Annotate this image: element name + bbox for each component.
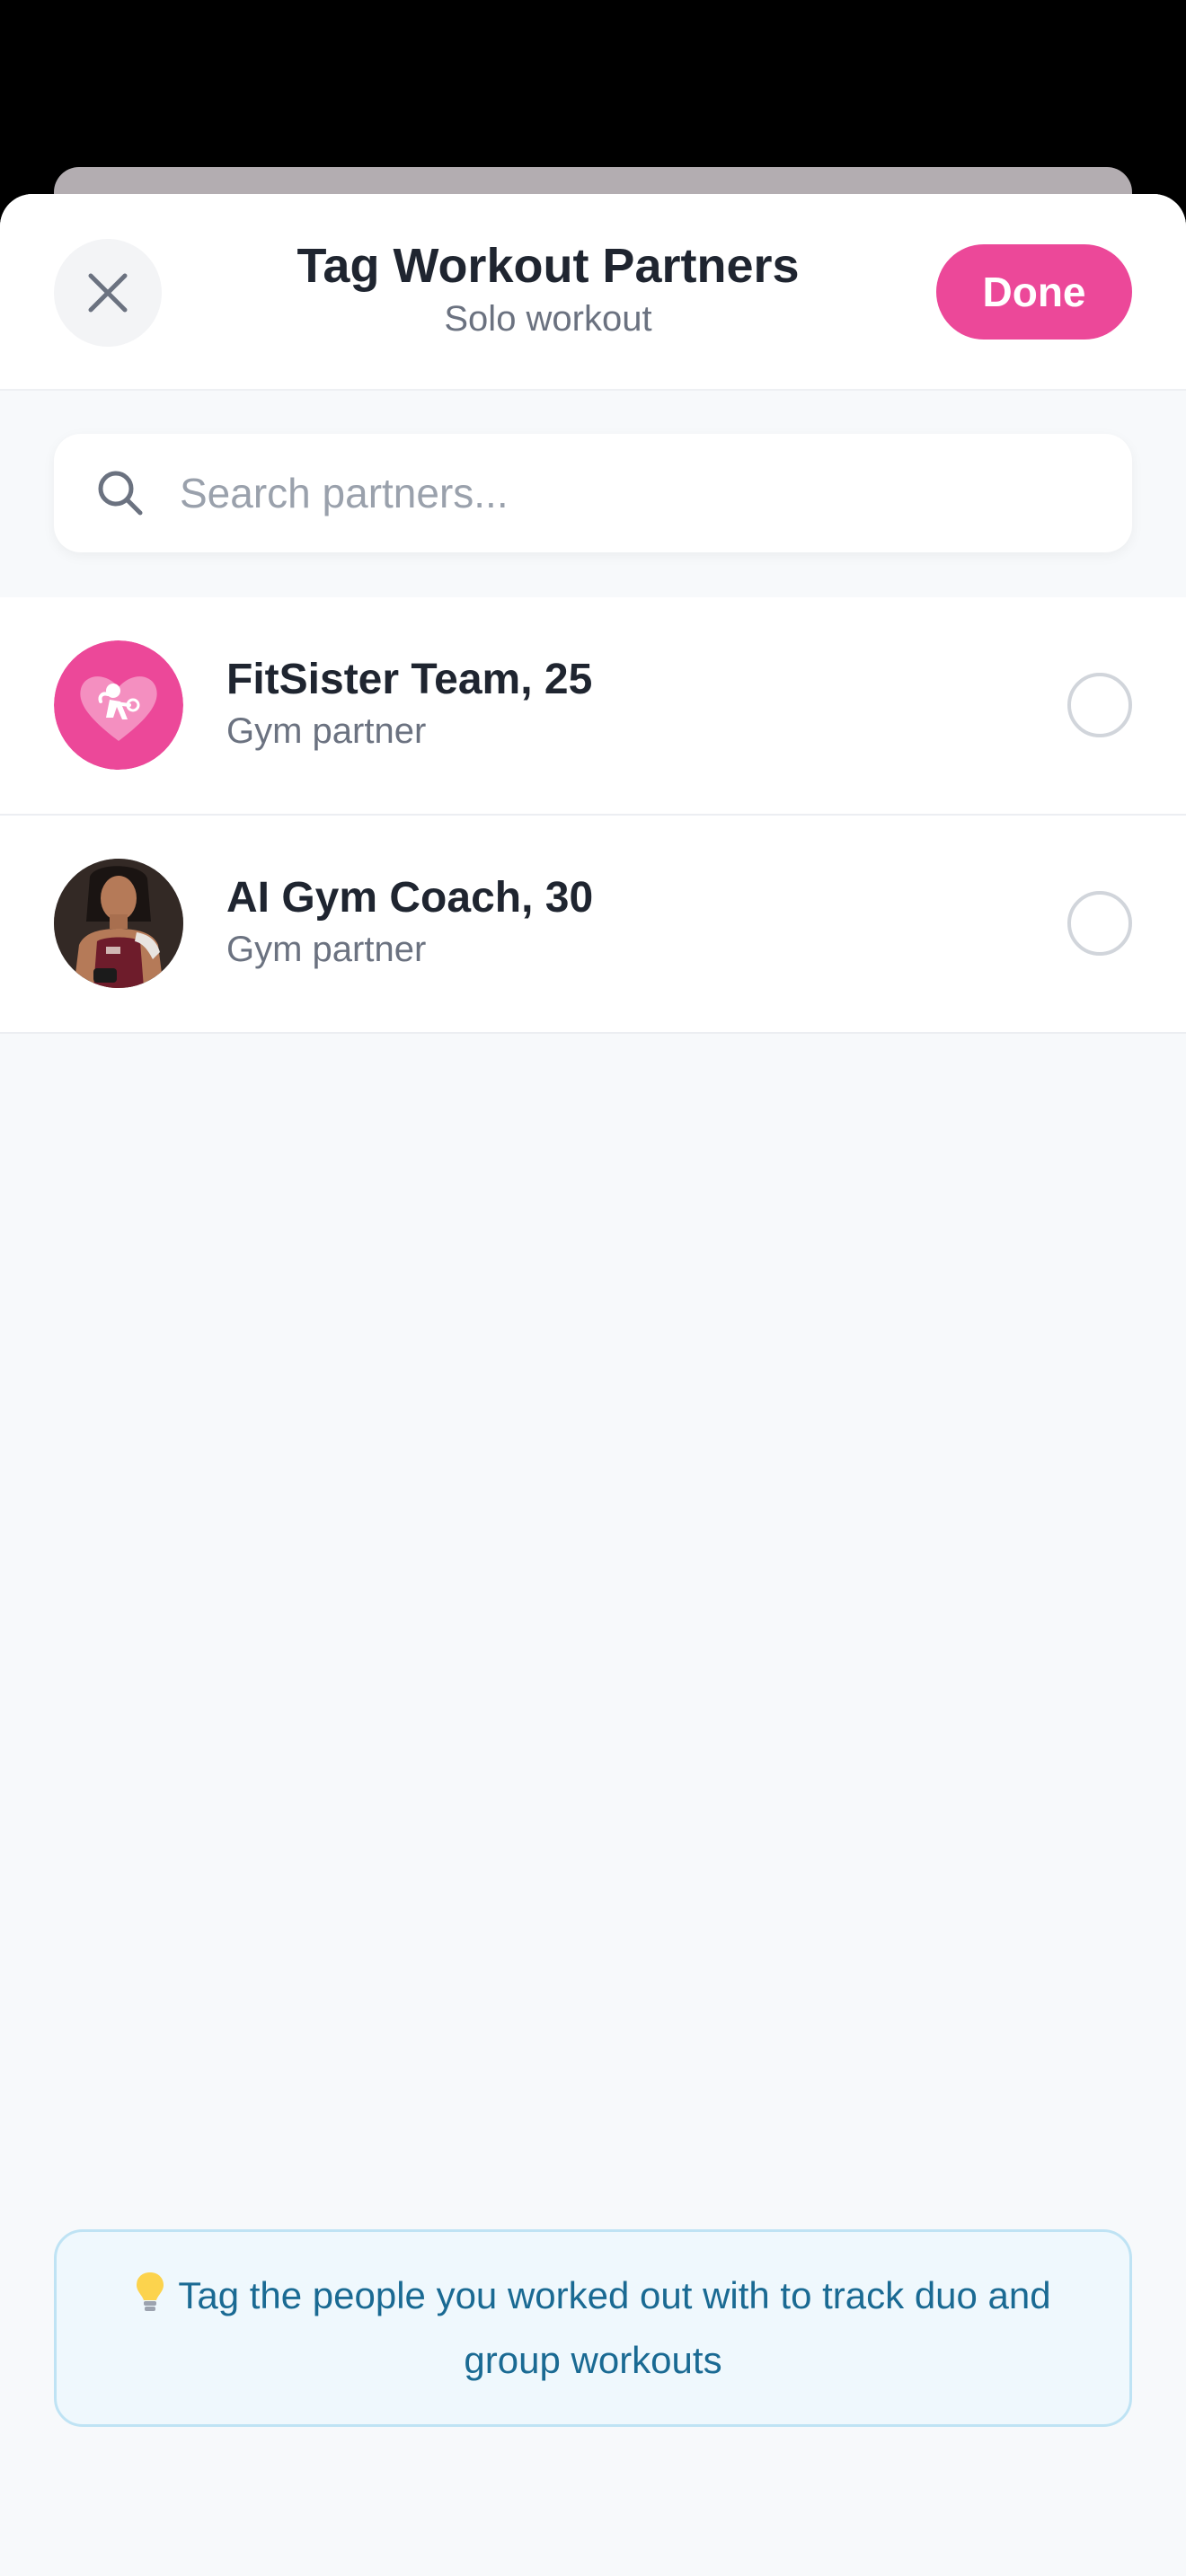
header-titles: Tag Workout Partners Solo workout xyxy=(234,237,863,341)
search-icon xyxy=(98,471,143,516)
sheet-header: Tag Workout Partners Solo workout Done xyxy=(0,194,1186,391)
partner-name: AI Gym Coach, 30 xyxy=(226,874,594,922)
partner-name: FitSister Team, 25 xyxy=(226,656,593,703)
close-icon xyxy=(88,273,128,313)
tip-banner: Tag the people you worked out with to tr… xyxy=(54,2229,1132,2427)
search-section xyxy=(0,391,1186,597)
done-button[interactable]: Done xyxy=(936,244,1132,340)
select-radio[interactable] xyxy=(1067,891,1132,956)
search-input[interactable] xyxy=(180,469,1060,517)
avatar xyxy=(54,859,183,988)
partner-role: Gym partner xyxy=(226,711,427,751)
select-radio[interactable] xyxy=(1067,673,1132,737)
partner-info: FitSister Team, 25 Gym partner xyxy=(226,653,592,755)
partner-row-ai-coach[interactable]: AI Gym Coach, 30 Gym partner xyxy=(0,816,1186,1034)
close-button[interactable] xyxy=(54,239,162,347)
tag-partners-sheet: Tag Workout Partners Solo workout Done S… xyxy=(0,194,1186,2576)
partner-role: Gym partner xyxy=(226,930,427,969)
fitsister-logo-icon xyxy=(54,640,183,770)
avatar xyxy=(54,640,183,770)
lightbulb-icon xyxy=(135,2271,165,2331)
page-subtitle: Solo workout xyxy=(444,299,652,339)
tip-text: Tag the people you worked out with to tr… xyxy=(178,2274,1051,2381)
search-bar[interactable] xyxy=(54,434,1132,552)
tip-content: Tag the people you worked out with to tr… xyxy=(119,2266,1067,2390)
page-title: Tag Workout Partners xyxy=(296,239,800,293)
partner-row-fitsister[interactable]: FitSister Team, 25 Gym partner xyxy=(0,597,1186,816)
partner-info: AI Gym Coach, 30 Gym partner xyxy=(226,871,593,974)
coach-photo-icon xyxy=(54,859,183,988)
